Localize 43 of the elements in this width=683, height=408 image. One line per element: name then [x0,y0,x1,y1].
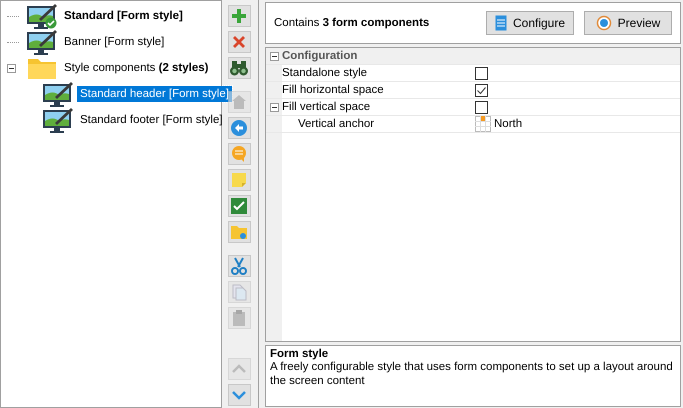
description-text: A freely configurable style that uses form components to set up a layout around the screen content [270,360,674,388]
property-label: Vertical anchor [297,118,374,130]
property-label: Standalone style [282,67,368,79]
configure-button[interactable]: Configure [486,11,574,35]
cut-button[interactable] [228,255,250,277]
plus-icon [230,7,248,25]
collapse-icon[interactable] [7,64,16,72]
property-label: Fill vertical space [282,101,370,113]
copy-icon [230,283,248,301]
back-button[interactable] [228,117,250,139]
tree-item[interactable]: Standard footer [Form style] [77,112,226,128]
property-label: Fill horizontal space [282,84,384,96]
sticky-note-icon [230,171,248,189]
tree-item[interactable]: Banner [Form style] [61,34,168,50]
tree-item[interactable]: Standard header [Form style] [77,86,232,102]
binoculars-icon [230,59,248,77]
section-title: Configuration [282,50,358,62]
speech-bubble-icon [230,145,248,163]
description-title: Form style [270,348,330,360]
down-button[interactable] [228,384,250,406]
tree-item[interactable]: Style components (2 styles) [61,60,212,76]
clipboard-icon [230,309,248,327]
check-button[interactable] [228,195,250,217]
checkbox[interactable] [475,100,488,114]
scissors-icon [230,257,248,275]
summary-text: Contains 3 form components [274,17,430,29]
collapse-icon[interactable] [270,102,278,112]
checkbox[interactable] [475,84,488,96]
house-icon [230,93,248,111]
anchor-value[interactable]: North [494,118,522,130]
checkbox[interactable] [475,66,488,80]
collapse-icon[interactable] [270,52,278,60]
delete-button[interactable] [228,31,250,53]
tree-item[interactable]: Standard [Form style] [61,8,186,24]
folder-icon [230,223,248,241]
checkmark-icon [230,197,248,215]
find-button[interactable] [228,57,250,79]
add-button[interactable] [228,5,250,27]
comment-button[interactable] [228,143,250,165]
form-icon [494,15,507,31]
preview-icon [596,15,612,31]
folder-button[interactable] [228,221,250,243]
preview-button[interactable]: Preview [584,11,672,35]
